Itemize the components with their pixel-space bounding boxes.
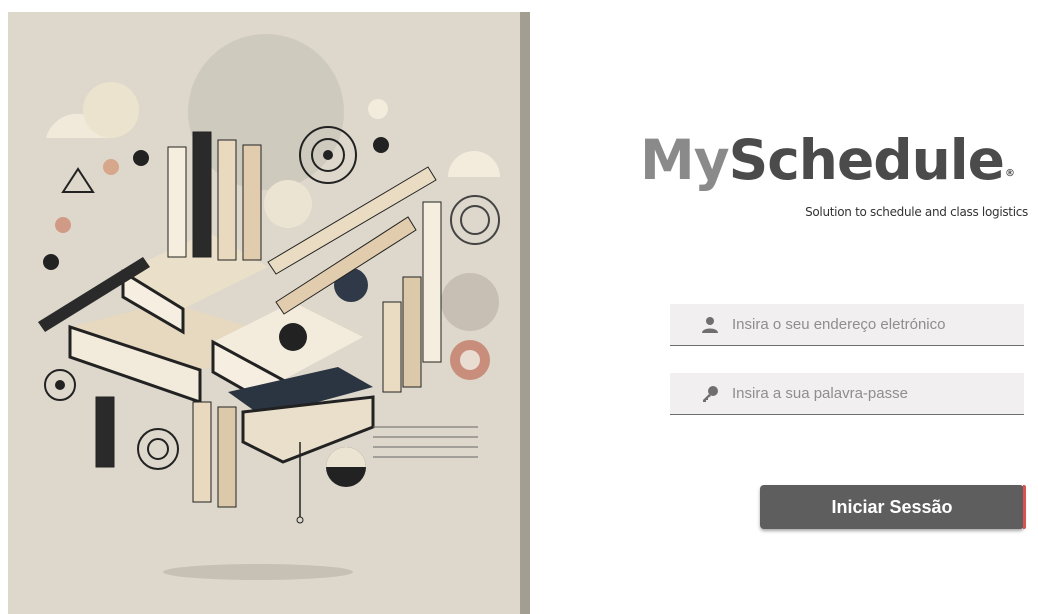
- user-icon: [700, 315, 720, 335]
- password-field[interactable]: [670, 373, 1024, 415]
- login-button-accent: [1023, 485, 1026, 529]
- brand-logo: MySchedule®: [640, 128, 1015, 192]
- logo-my: My: [640, 128, 730, 192]
- email-field[interactable]: [670, 304, 1024, 346]
- login-button[interactable]: Iniciar Sessão: [760, 485, 1024, 529]
- hero-illustration: [8, 12, 530, 614]
- brand-tagline: Solution to schedule and class logistics: [805, 205, 1028, 219]
- logo-registered-mark: ®: [1004, 168, 1015, 179]
- stationery-artwork: [38, 34, 500, 580]
- logo-schedule: Schedule: [728, 128, 1005, 192]
- password-input[interactable]: [732, 385, 1024, 402]
- hero-edge-shade: [520, 12, 530, 614]
- email-input[interactable]: [732, 316, 1024, 333]
- key-icon: [700, 384, 720, 404]
